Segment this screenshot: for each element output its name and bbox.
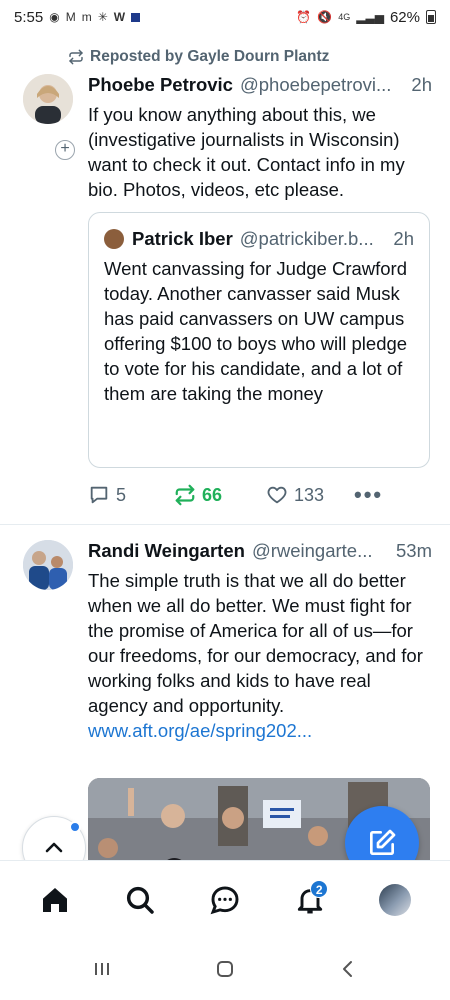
home-icon xyxy=(42,887,67,912)
post-text: If you know anything about this, we (inv… xyxy=(88,104,405,200)
quoted-post-time: 2h xyxy=(393,228,414,249)
author-name[interactable]: Randi Weingarten xyxy=(88,540,245,562)
mute-icon: 🔇 xyxy=(317,10,333,24)
w-icon: W xyxy=(113,10,126,24)
repost-button[interactable]: 66 xyxy=(174,484,266,506)
tab-chat[interactable] xyxy=(195,870,255,930)
like-button[interactable]: 133 xyxy=(266,484,354,506)
post-time: 53m xyxy=(396,540,432,561)
home-nav-icon[interactable] xyxy=(213,957,237,981)
compose-icon xyxy=(370,829,396,855)
repost-count: 66 xyxy=(202,484,223,505)
signal-icon: ▂▃▅ xyxy=(356,10,384,24)
quoted-author-avatar xyxy=(104,229,124,249)
post-text-body: The simple truth is that we all do bette… xyxy=(88,570,423,716)
author-avatar[interactable] xyxy=(23,540,73,590)
heart-icon xyxy=(267,486,287,504)
notifications-badge: 2 xyxy=(310,879,329,898)
battery-percent: 62% xyxy=(389,8,420,26)
author-handle[interactable]: @phoebepetrovi... xyxy=(240,74,407,96)
post-link[interactable]: www.aft.org/ae/spring202... xyxy=(88,720,312,741)
signal-app-icon: ◉ xyxy=(49,10,60,24)
follow-plus-icon[interactable]: + xyxy=(55,140,75,160)
more-options-icon[interactable]: ••• xyxy=(354,482,383,508)
avatar-image xyxy=(23,74,73,124)
profile-avatar xyxy=(379,883,412,916)
repost-icon xyxy=(69,49,83,65)
tab-profile[interactable] xyxy=(365,870,425,930)
author-handle[interactable]: @rweingarte... xyxy=(252,540,392,562)
walmart-icon: ✳ xyxy=(97,10,108,24)
post-header[interactable]: Randi Weingarten @rweingarte... 53m xyxy=(88,540,432,562)
system-navigation-bar xyxy=(0,938,450,1000)
square-icon xyxy=(131,12,141,22)
status-bar: 5:55 ◉ M m ✳ W ⏰ 🔇 4G ▂▃▅ 62% xyxy=(0,0,450,34)
reply-count: 5 xyxy=(116,484,127,505)
reply-icon xyxy=(90,486,108,504)
gmail-icon: M xyxy=(65,10,76,24)
tab-search[interactable] xyxy=(110,870,170,930)
search-icon xyxy=(126,886,154,914)
repost-label: Reposted by Gayle Dourn Plantz xyxy=(90,48,330,65)
quoted-author-name: Patrick Iber xyxy=(132,228,233,249)
tab-notifications[interactable]: 2 xyxy=(280,870,340,930)
bottom-tab-bar: 2 xyxy=(0,860,450,938)
post-actions: 5 66 133 ••• xyxy=(88,482,432,508)
chevron-up-icon xyxy=(45,842,63,853)
author-avatar[interactable] xyxy=(23,74,73,124)
gmail-icon: m xyxy=(81,10,92,24)
recent-apps-icon[interactable] xyxy=(90,957,114,981)
chat-icon xyxy=(210,886,239,914)
post-header[interactable]: Phoebe Petrovic @phoebepetrovi... 2h xyxy=(88,74,432,96)
post-divider xyxy=(0,524,450,525)
reply-button[interactable]: 5 xyxy=(88,484,174,506)
status-time: 5:55 xyxy=(14,8,44,26)
back-icon[interactable] xyxy=(336,957,360,981)
scroll-to-top-button[interactable] xyxy=(22,816,86,860)
quoted-post-header: Patrick Iber @patrickiber.b... 2h xyxy=(104,228,414,250)
like-count: 133 xyxy=(294,484,325,505)
post-time: 2h xyxy=(411,74,432,95)
new-posts-dot xyxy=(69,821,81,833)
post-text: The simple truth is that we all do bette… xyxy=(88,568,432,743)
alarm-icon: ⏰ xyxy=(296,10,312,24)
network-4g-icon: 4G xyxy=(338,12,351,22)
repost-indicator[interactable]: Reposted by Gayle Dourn Plantz xyxy=(68,48,329,66)
author-name[interactable]: Phoebe Petrovic xyxy=(88,74,233,96)
tab-home[interactable] xyxy=(25,870,85,930)
repost-icon xyxy=(175,484,195,506)
avatar-image xyxy=(23,540,73,590)
quoted-post-text: Went canvassing for Judge Crawford today… xyxy=(104,258,408,404)
quoted-post[interactable]: Patrick Iber @patrickiber.b... 2h Went c… xyxy=(88,212,430,468)
feed[interactable]: Reposted by Gayle Dourn Plantz + Phoebe … xyxy=(0,34,450,860)
battery-icon xyxy=(426,10,436,24)
quoted-author-handle: @patrickiber.b... xyxy=(239,228,374,249)
